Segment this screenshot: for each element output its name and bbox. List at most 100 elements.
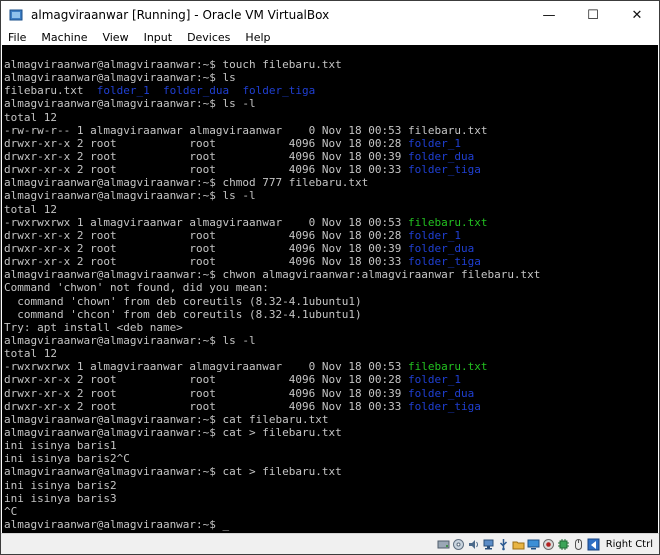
terminal-text: -rw-rw-r-- 1 almagviraanwar almagviraanw… bbox=[4, 123, 488, 137]
terminal-line: ini isinya baris3 bbox=[4, 492, 540, 505]
host-key-label[interactable]: Right Ctrl bbox=[606, 539, 653, 550]
menu-help[interactable]: Help bbox=[238, 31, 278, 44]
menu-bar: File Machine View Input Devices Help bbox=[1, 29, 659, 45]
title-bar: almagviraanwar [Running] - Oracle VM Vir… bbox=[1, 1, 659, 29]
terminal-line: almagviraanwar@almagviraanwar:~$ touch f… bbox=[4, 58, 540, 71]
terminal-text: almagviraanwar@almagviraanwar:~$ ls -l bbox=[4, 189, 256, 203]
terminal-text: drwxr-xr-x 2 root root 4096 Nov 18 00:33 bbox=[4, 255, 408, 269]
terminal-cursor: _ bbox=[222, 517, 230, 531]
terminal-directory-name: folder_dua bbox=[162, 84, 230, 98]
terminal-line: drwxr-xr-x 2 root root 4096 Nov 18 00:28… bbox=[4, 137, 540, 150]
menu-machine[interactable]: Machine bbox=[34, 31, 95, 44]
terminal-directory-name: folder_tiga bbox=[407, 163, 481, 177]
optical-drive-icon[interactable] bbox=[452, 538, 465, 551]
terminal-line: command 'chown' from deb coreutils (8.32… bbox=[4, 295, 540, 308]
terminal-text: drwxr-xr-x 2 root root 4096 Nov 18 00:39 bbox=[4, 149, 408, 163]
terminal-text: ini isinya baris2^C bbox=[4, 452, 130, 466]
terminal-executable-name: filebaru.txt bbox=[407, 215, 488, 229]
terminal-line: ini isinya baris1 bbox=[4, 439, 540, 452]
network-icon[interactable] bbox=[482, 538, 495, 551]
terminal-directory-name: folder_dua bbox=[407, 386, 475, 400]
terminal-line: ini isinya baris2 bbox=[4, 479, 540, 492]
terminal-line: almagviraanwar@almagviraanwar:~$ _ bbox=[4, 518, 540, 531]
menu-view[interactable]: View bbox=[95, 31, 136, 44]
harddisk-icon[interactable] bbox=[437, 538, 450, 551]
terminal-output: almagviraanwar@almagviraanwar:~$ touch f… bbox=[4, 58, 540, 531]
terminal-text: command 'chcon' from deb coreutils (8.32… bbox=[4, 307, 362, 321]
terminal-line: drwxr-xr-x 2 root root 4096 Nov 18 00:39… bbox=[4, 242, 540, 255]
terminal-text: ini isinya baris2 bbox=[4, 478, 117, 492]
terminal-directory-name: folder_1 bbox=[407, 373, 461, 387]
terminal-line: ^C bbox=[4, 505, 540, 518]
terminal-text: -rwxrwxrwx 1 almagviraanwar almagviraanw… bbox=[4, 215, 408, 229]
terminal-directory-name: folder_dua bbox=[407, 149, 475, 163]
menu-input[interactable]: Input bbox=[137, 31, 180, 44]
terminal-text: drwxr-xr-x 2 root root 4096 Nov 18 00:28 bbox=[4, 228, 408, 242]
terminal-line: ini isinya baris2^C bbox=[4, 452, 540, 465]
terminal-directory-name: folder_dua bbox=[407, 241, 475, 255]
terminal-text: Command 'chwon' not found, did you mean: bbox=[4, 281, 269, 295]
terminal-line: almagviraanwar@almagviraanwar:~$ ls -l bbox=[4, 189, 540, 202]
terminal-text: drwxr-xr-x 2 root root 4096 Nov 18 00:33 bbox=[4, 163, 408, 177]
terminal-line: drwxr-xr-x 2 root root 4096 Nov 18 00:39… bbox=[4, 150, 540, 163]
menu-devices[interactable]: Devices bbox=[180, 31, 238, 44]
terminal-text: almagviraanwar@almagviraanwar:~$ ls -l bbox=[4, 97, 256, 111]
terminal-directory-name: folder_tiga bbox=[242, 84, 316, 98]
terminal-line: -rw-rw-r-- 1 almagviraanwar almagviraanw… bbox=[4, 124, 540, 137]
terminal-line: almagviraanwar@almagviraanwar:~$ chwon a… bbox=[4, 268, 540, 281]
terminal-text: almagviraanwar@almagviraanwar:~$ cat > f… bbox=[4, 425, 342, 439]
terminal-text: drwxr-xr-x 2 root root 4096 Nov 18 00:39 bbox=[4, 241, 408, 255]
terminal-line: -rwxrwxrwx 1 almagviraanwar almagviraanw… bbox=[4, 360, 540, 373]
display-icon[interactable] bbox=[527, 538, 540, 551]
terminal-text: drwxr-xr-x 2 root root 4096 Nov 18 00:33 bbox=[4, 399, 408, 413]
vm-display-terminal[interactable]: almagviraanwar@almagviraanwar:~$ touch f… bbox=[2, 45, 658, 534]
terminal-line: drwxr-xr-x 2 root root 4096 Nov 18 00:33… bbox=[4, 400, 540, 413]
terminal-text: almagviraanwar@almagviraanwar:~$ cat > f… bbox=[4, 465, 342, 479]
terminal-text: drwxr-xr-x 2 root root 4096 Nov 18 00:39 bbox=[4, 386, 408, 400]
terminal-text: filebaru.txt bbox=[4, 84, 97, 98]
terminal-line: total 12 bbox=[4, 111, 540, 124]
video-capture-icon[interactable] bbox=[542, 538, 555, 551]
terminal-line: drwxr-xr-x 2 root root 4096 Nov 18 00:33… bbox=[4, 163, 540, 176]
maximize-button[interactable]: ☐ bbox=[571, 1, 615, 29]
terminal-text: ini isinya baris3 bbox=[4, 491, 117, 505]
terminal-text: -rwxrwxrwx 1 almagviraanwar almagviraanw… bbox=[4, 360, 408, 374]
close-button[interactable]: ✕ bbox=[615, 1, 659, 29]
terminal-line: almagviraanwar@almagviraanwar:~$ cat > f… bbox=[4, 465, 540, 478]
terminal-executable-name: filebaru.txt bbox=[407, 360, 488, 374]
terminal-line: total 12 bbox=[4, 347, 540, 360]
terminal-text: ^C bbox=[4, 504, 18, 518]
terminal-text: almagviraanwar@almagviraanwar:~$ bbox=[4, 517, 223, 531]
audio-icon[interactable] bbox=[467, 538, 480, 551]
terminal-line: almagviraanwar@almagviraanwar:~$ ls bbox=[4, 71, 540, 84]
shared-folders-icon[interactable] bbox=[512, 538, 525, 551]
menu-file[interactable]: File bbox=[1, 31, 34, 44]
terminal-line: Command 'chwon' not found, did you mean: bbox=[4, 281, 540, 294]
minimize-button[interactable]: — bbox=[527, 1, 571, 29]
keyboard-arrow-icon[interactable] bbox=[587, 538, 600, 551]
terminal-line: filebaru.txt folder_1 folder_dua folder_… bbox=[4, 84, 540, 97]
terminal-text: drwxr-xr-x 2 root root 4096 Nov 18 00:28 bbox=[4, 136, 408, 150]
terminal-text: total 12 bbox=[4, 202, 57, 216]
terminal-directory-name: folder_1 bbox=[407, 228, 461, 242]
terminal-line: almagviraanwar@almagviraanwar:~$ chmod 7… bbox=[4, 176, 540, 189]
terminal-line: Try: apt install <deb name> bbox=[4, 321, 540, 334]
terminal-line: almagviraanwar@almagviraanwar:~$ ls -l bbox=[4, 97, 540, 110]
usb-icon[interactable] bbox=[497, 538, 510, 551]
terminal-text: almagviraanwar@almagviraanwar:~$ ls -l bbox=[4, 333, 256, 347]
vm-processor-icon[interactable] bbox=[557, 538, 570, 551]
window-controls: — ☐ ✕ bbox=[527, 1, 659, 29]
terminal-line: drwxr-xr-x 2 root root 4096 Nov 18 00:28… bbox=[4, 373, 540, 386]
mouse-integration-icon[interactable] bbox=[572, 538, 585, 551]
terminal-text: ini isinya baris1 bbox=[4, 439, 117, 453]
terminal-text: almagviraanwar@almagviraanwar:~$ touch f… bbox=[4, 58, 342, 71]
status-bar: Right Ctrl bbox=[1, 533, 659, 554]
terminal-line: almagviraanwar@almagviraanwar:~$ ls -l bbox=[4, 334, 540, 347]
terminal-text: command 'chown' from deb coreutils (8.32… bbox=[4, 294, 362, 308]
terminal-line: drwxr-xr-x 2 root root 4096 Nov 18 00:39… bbox=[4, 387, 540, 400]
terminal-line: command 'chcon' from deb coreutils (8.32… bbox=[4, 308, 540, 321]
window-title: almagviraanwar [Running] - Oracle VM Vir… bbox=[31, 8, 330, 22]
terminal-line: drwxr-xr-x 2 root root 4096 Nov 18 00:33… bbox=[4, 255, 540, 268]
terminal-directory-name: folder_tiga bbox=[407, 255, 481, 269]
terminal-line: total 12 bbox=[4, 203, 540, 216]
